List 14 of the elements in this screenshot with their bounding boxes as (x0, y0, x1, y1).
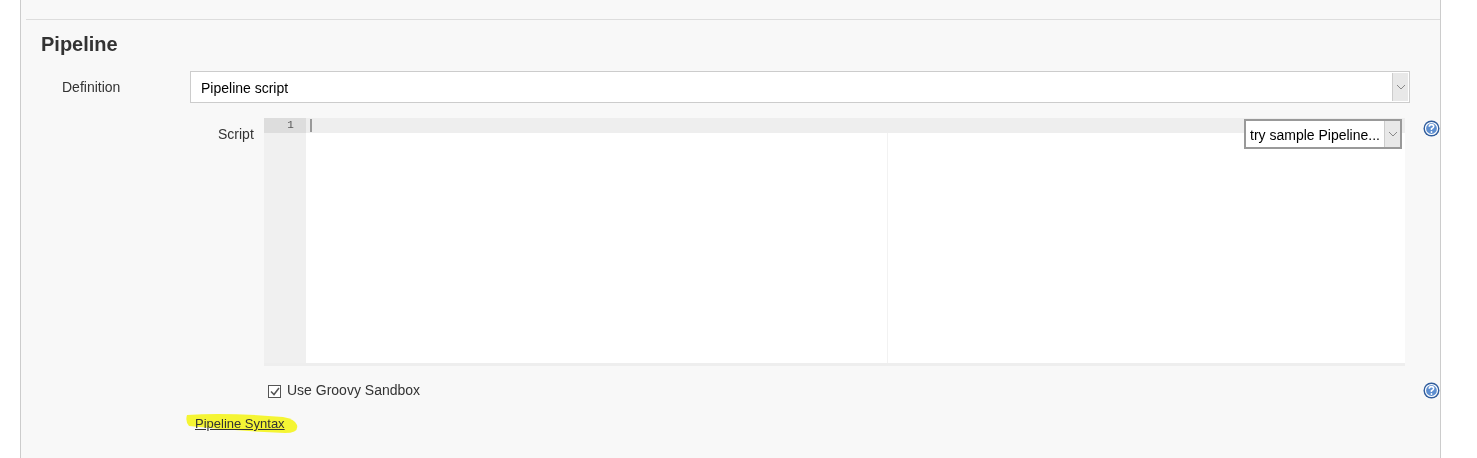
definition-select[interactable]: Pipeline script (190, 71, 1410, 103)
script-editor[interactable]: 1 try sample Pipeline... (263, 118, 1405, 366)
checkbox[interactable] (268, 385, 281, 398)
help-icon[interactable] (1423, 382, 1440, 399)
help-icon[interactable] (1423, 120, 1440, 137)
line-number: 1 (286, 118, 295, 133)
script-label: Script (218, 125, 255, 144)
caret-icon (1392, 73, 1408, 101)
text-cursor (309, 119, 312, 132)
caret-icon (1384, 121, 1400, 147)
checkbox-label: Use Groovy Sandbox (287, 381, 421, 400)
definition-label: Definition (62, 78, 122, 97)
section-title: Pipeline (41, 32, 118, 57)
sample-select[interactable]: try sample Pipeline... (1244, 119, 1402, 149)
